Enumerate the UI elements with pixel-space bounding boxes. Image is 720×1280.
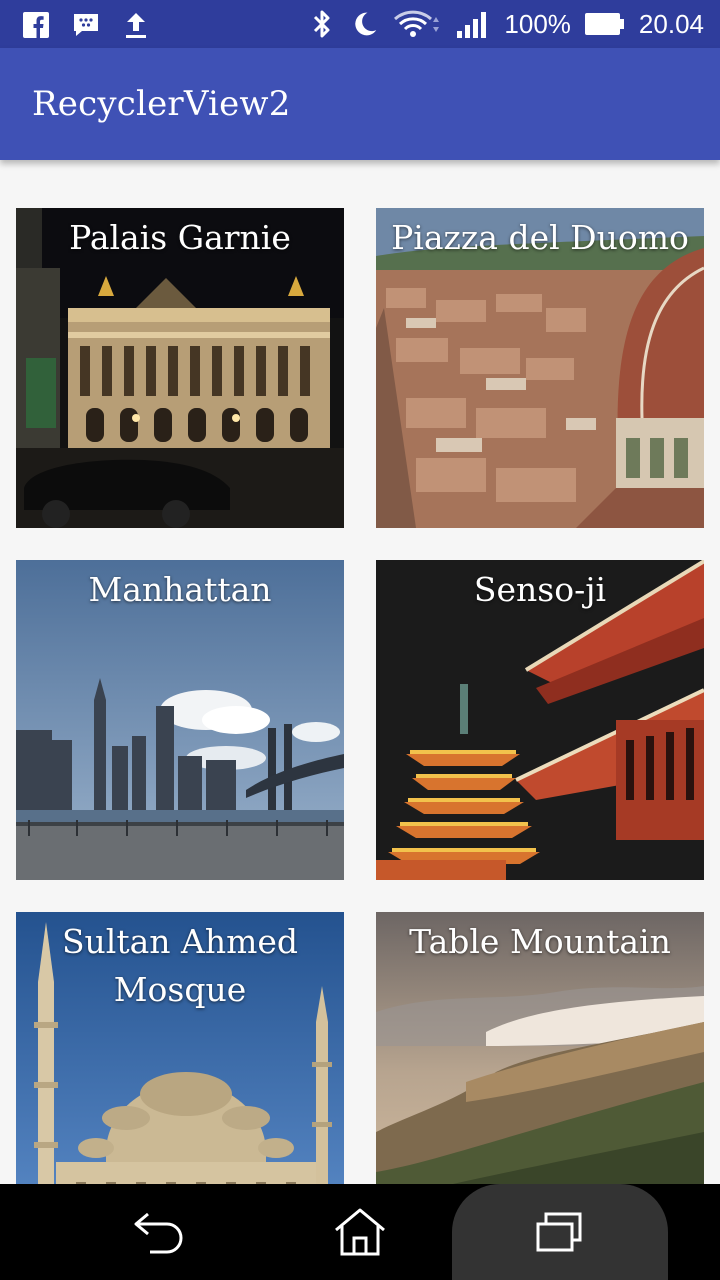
status-bar: 100% 20.04 xyxy=(0,0,720,48)
place-card-piazza-del-duomo[interactable]: Piazza del Duomo xyxy=(376,208,704,528)
facebook-icon xyxy=(22,10,50,40)
place-card-sultan-ahmed-mosque[interactable]: Sultan Ahmed Mosque xyxy=(16,912,344,1184)
place-name: Piazza del Duomo xyxy=(391,218,689,257)
status-bar-right: 100% 20.04 xyxy=(308,8,704,40)
place-name: Table Mountain xyxy=(409,922,671,961)
app-title: RecyclerView2 xyxy=(32,84,291,124)
battery-percentage: 100% xyxy=(504,9,571,39)
do-not-disturb-moon-icon xyxy=(350,9,378,39)
upload-icon xyxy=(122,10,150,40)
wifi-icon xyxy=(392,9,442,39)
place-name: Manhattan xyxy=(88,570,272,609)
place-name: Sultan Ahmed Mosque xyxy=(61,922,299,1009)
screen: 100% 20.04 RecyclerView2 Palais Garnie P… xyxy=(0,0,720,1280)
places-grid[interactable]: Palais Garnie Piazza del Duomo Manhattan… xyxy=(0,160,720,1184)
app-bar: RecyclerView2 xyxy=(0,48,720,160)
place-name: Senso-ji xyxy=(473,570,607,609)
place-card-palais-garnie[interactable]: Palais Garnie xyxy=(16,208,344,528)
back-button[interactable] xyxy=(120,1184,200,1280)
messenger-icon xyxy=(72,10,100,40)
place-card-senso-ji[interactable]: Senso-ji xyxy=(376,560,704,880)
clock: 20.04 xyxy=(638,9,704,39)
recents-icon xyxy=(536,1212,582,1252)
signal-icon xyxy=(456,9,490,39)
place-card-table-mountain[interactable]: Table Mountain xyxy=(376,912,704,1184)
battery-icon xyxy=(584,9,625,39)
place-name: Palais Garnie xyxy=(69,218,291,257)
place-card-manhattan[interactable]: Manhattan xyxy=(16,560,344,880)
recents-button[interactable] xyxy=(520,1184,600,1280)
status-bar-left xyxy=(22,10,150,40)
home-icon xyxy=(335,1208,385,1256)
home-button[interactable] xyxy=(320,1184,400,1280)
bluetooth-icon xyxy=(308,9,336,39)
back-icon xyxy=(134,1212,183,1254)
navigation-bar xyxy=(0,1184,720,1280)
